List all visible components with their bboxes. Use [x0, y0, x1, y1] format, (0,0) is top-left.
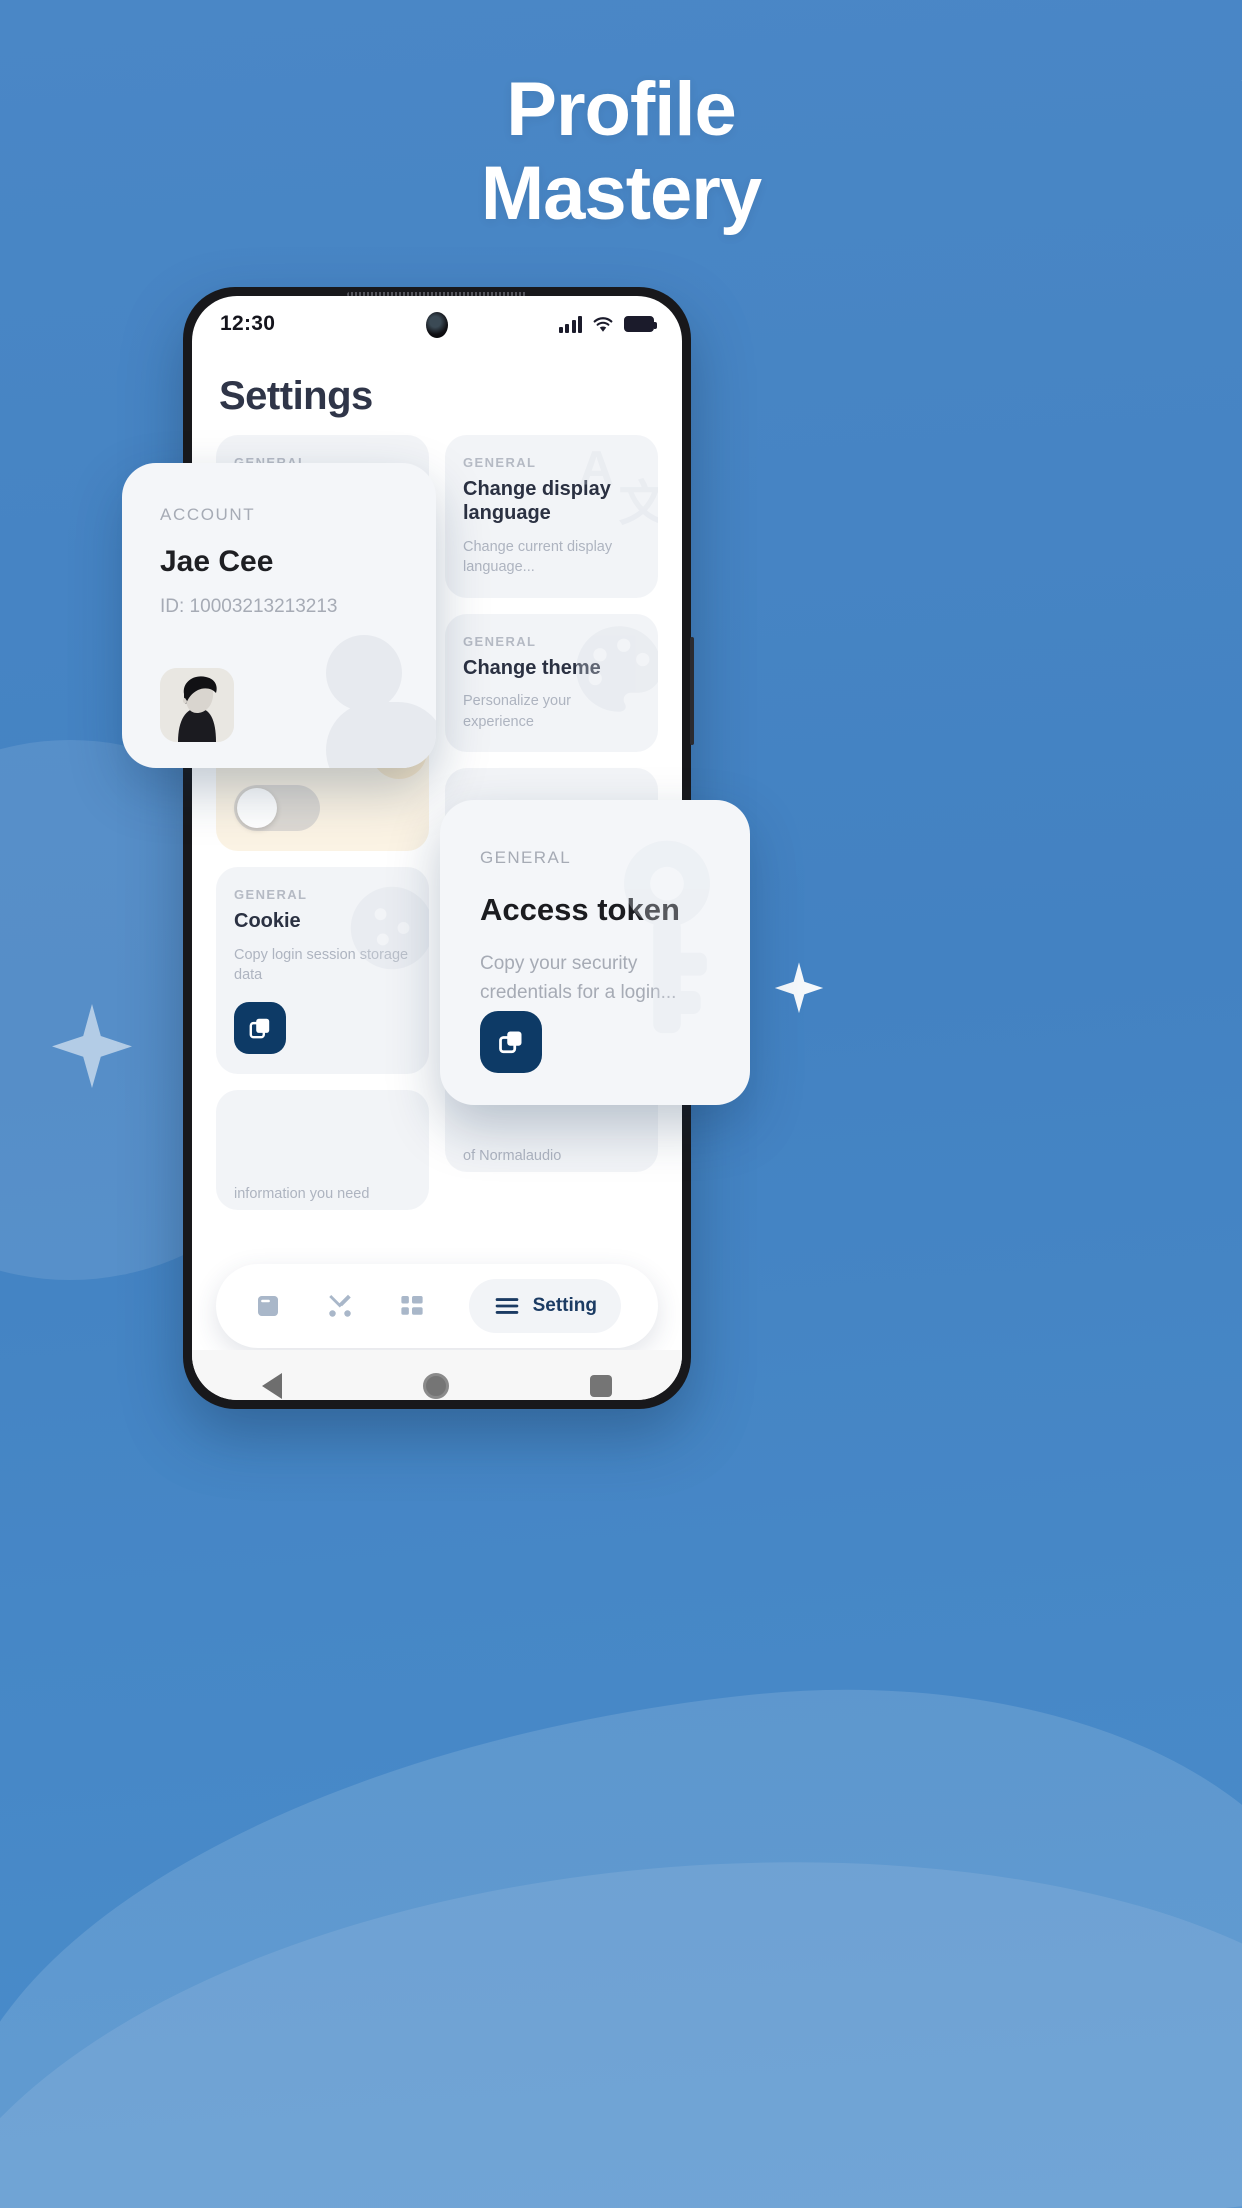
account-overlay-card[interactable]: ACCOUNT Jae Cee ID: 10003213213213 — [122, 463, 436, 768]
card-title: Cookie — [234, 910, 301, 933]
background-wave-near — [0, 1636, 1242, 2208]
headline-text-2: Mastery — [480, 150, 762, 236]
card-eyebrow: GENERAL — [463, 455, 537, 470]
account-decor-circle — [326, 635, 402, 711]
status-bar-time: 12:30 — [220, 312, 276, 335]
card-cookie[interactable]: GENERAL Cookie Copy login session storag… — [216, 867, 429, 1074]
page-title: Settings — [219, 374, 373, 418]
home-circle-icon[interactable] — [422, 1373, 449, 1399]
dashboard-grid-icon — [401, 1296, 423, 1315]
sparkle-icon — [1241, 80, 1242, 81]
copy-icon — [499, 1031, 522, 1054]
book-icon — [257, 1296, 278, 1316]
nav-item-setting[interactable]: Setting — [468, 1279, 621, 1333]
nav-item-setting-label: Setting — [532, 1295, 597, 1316]
menu-icon — [495, 1298, 518, 1314]
headline-text-1: Profile — [506, 67, 736, 152]
signal-bars-icon — [558, 315, 582, 333]
nav-item-dashboard[interactable] — [397, 1291, 427, 1321]
card-title: Change theme — [463, 656, 601, 679]
front-camera-punchhole — [426, 312, 448, 338]
sparkle-icon — [774, 962, 824, 1014]
nav-item-library[interactable] — [253, 1291, 283, 1321]
copy-cookie-button[interactable] — [234, 1001, 286, 1054]
bottom-navigation-bar: Setting — [216, 1264, 658, 1348]
card-description: Personalize your experience — [463, 693, 571, 730]
headline-line-2: Mastery — [0, 150, 1242, 236]
recents-square-icon[interactable] — [589, 1375, 612, 1397]
card-change-theme[interactable]: GENERAL Change theme Personalize your ex… — [445, 613, 658, 753]
headline-line-1: Profile — [0, 68, 1242, 152]
card-eyebrow: GENERAL — [463, 633, 537, 649]
background-mode-toggle[interactable] — [234, 785, 320, 832]
wifi-icon — [593, 316, 613, 332]
account-eyebrow: ACCOUNT — [160, 505, 256, 524]
status-bar: 12:30 — [192, 296, 682, 352]
card-eyebrow: GENERAL — [234, 887, 308, 903]
key-icon — [624, 840, 710, 1034]
user-avatar — [160, 668, 234, 742]
android-system-navigation — [192, 1350, 682, 1400]
tools-icon — [329, 1294, 351, 1317]
card-description: of Normalaudio — [463, 1148, 562, 1165]
nav-item-tools[interactable] — [325, 1291, 355, 1321]
battery-full-icon — [624, 316, 657, 332]
card-change-display-language[interactable]: A 文 GENERAL Change display language Chan… — [445, 435, 658, 598]
card-description: information you need — [234, 1185, 370, 1202]
avatar[interactable] — [160, 668, 234, 742]
card-info-partial[interactable]: information you need — [216, 1089, 429, 1210]
card-description: Change current display language... — [463, 538, 613, 576]
access-token-overlay-card[interactable]: GENERAL Access token Copy your security … — [440, 800, 750, 1105]
card-description: Copy login session storage data — [234, 946, 409, 984]
sparkle-icon — [52, 1004, 132, 1088]
account-name: Jae Cee — [160, 545, 274, 578]
copy-access-token-button[interactable] — [480, 1011, 542, 1073]
promo-headline: Profile Mastery — [0, 68, 1242, 235]
copy-icon — [249, 1018, 270, 1039]
card-title: Change display language — [463, 478, 611, 525]
back-triangle-icon[interactable] — [262, 1373, 283, 1399]
account-id: ID: 10003213213213 — [160, 596, 338, 617]
account-decor-shape — [326, 702, 436, 768]
